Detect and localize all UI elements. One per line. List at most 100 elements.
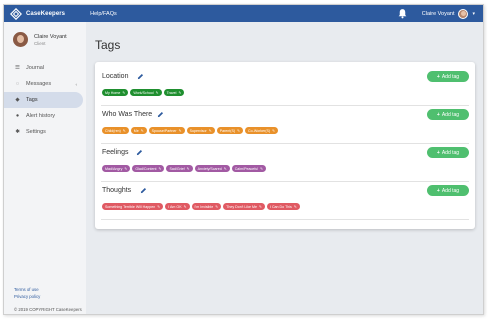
casekeepers-logo-icon <box>10 7 22 20</box>
pencil-icon[interactable]: ✎ <box>156 91 159 95</box>
sidebar-item-label: Tags <box>26 97 38 103</box>
terms-of-use-link[interactable]: Terms of use <box>14 287 40 292</box>
add-tag-button[interactable]: + Add tag <box>427 185 469 196</box>
tag-pill[interactable]: Glad/Content ✎ <box>132 165 165 172</box>
tag-label: Parent(S) <box>219 128 236 133</box>
plus-icon: + <box>436 149 440 156</box>
pencil-icon[interactable]: ✎ <box>141 129 144 133</box>
user-avatar[interactable] <box>458 8 469 19</box>
add-tag-button[interactable]: + Add tag <box>427 147 469 158</box>
bell-icon[interactable] <box>397 8 408 19</box>
pencil-icon[interactable]: ✎ <box>237 129 240 133</box>
sidebar-item-tags[interactable]: ◆ Tags <box>4 92 83 108</box>
help-faqs-link[interactable]: Help/FAQs <box>90 11 117 17</box>
privacy-policy-link[interactable]: Privacy policy <box>14 294 40 299</box>
pencil-icon[interactable]: ✎ <box>124 167 127 171</box>
pencil-icon[interactable]: ✎ <box>123 129 126 133</box>
pencil-icon[interactable] <box>140 187 147 194</box>
tag-label: Work/School <box>133 90 154 95</box>
sidebar-item-alert-history[interactable]: ● Alert history <box>4 108 83 124</box>
pencil-icon[interactable]: ✎ <box>260 167 263 171</box>
sidebar-item-settings[interactable]: ✱ Settings <box>4 124 83 140</box>
plus-icon: + <box>436 187 440 194</box>
pencil-icon[interactable] <box>136 149 143 156</box>
tag-pill[interactable]: Travel ✎ <box>163 89 185 96</box>
profile-role: Client <box>34 40 46 46</box>
pencil-icon[interactable]: ✎ <box>224 167 227 171</box>
tag-label: I Am OK <box>168 204 182 209</box>
pencil-icon[interactable]: ✎ <box>294 205 297 209</box>
tag-label: They Don't Like Me <box>226 204 258 209</box>
brand-logo[interactable]: CaseKeepers <box>10 7 65 20</box>
tag-list: Child(ren) ✎ Me ✎ Spouse/Partner ✎ Supervisor ✎… <box>102 127 280 134</box>
pencil-icon[interactable]: ✎ <box>259 205 262 209</box>
pencil-icon[interactable]: ✎ <box>187 167 190 171</box>
copyright-text: © 2019 COPYRIGHT CaseKeepers <box>14 307 82 312</box>
sidebar-item-label: Journal <box>26 65 45 71</box>
tag-pill[interactable]: Child(ren) ✎ <box>102 127 129 134</box>
sidebar-item-journal[interactable]: ☰ Journal <box>4 60 83 76</box>
plus-icon: + <box>436 111 440 118</box>
profile-name: Claire Voyant <box>34 33 67 40</box>
plus-icon: + <box>436 73 440 80</box>
tag-label: Mad/Angry <box>105 166 123 171</box>
tag-pill[interactable]: Supervisor ✎ <box>186 127 215 134</box>
gear-icon: ✱ <box>15 129 20 135</box>
tag-pill[interactable]: Work/School ✎ <box>130 89 162 96</box>
user-menu-name[interactable]: Claire Voyant <box>422 11 455 17</box>
tag-label: Spouse/Partner <box>151 128 177 133</box>
tag-pill[interactable]: Spouse/Partner ✎ <box>148 127 185 134</box>
tag-pill[interactable]: Calm/Peaceful ✎ <box>231 165 266 172</box>
pencil-icon[interactable]: ✎ <box>157 205 160 209</box>
tag-list: Something Terrible Will Happen ✎ I Am OK ✎ I… <box>102 203 302 210</box>
pencil-icon[interactable]: ✎ <box>159 167 162 171</box>
pencil-icon[interactable]: ✎ <box>209 129 212 133</box>
pencil-icon[interactable]: ✎ <box>184 205 187 209</box>
tag-label: Sad/Grief <box>169 166 185 171</box>
add-tag-button[interactable]: + Add tag <box>427 109 469 120</box>
tag-pill[interactable]: Something Terrible Will Happen ✎ <box>102 203 164 210</box>
tag-label: Co-Worker(S) <box>248 128 271 133</box>
pencil-icon[interactable] <box>157 111 164 118</box>
pencil-icon[interactable] <box>137 73 144 80</box>
section-title: Feelings <box>102 149 129 156</box>
tag-pill[interactable]: Mad/Angry ✎ <box>102 165 131 172</box>
pencil-icon[interactable]: ✎ <box>215 205 218 209</box>
tag-pill[interactable]: Co-Worker(S) ✎ <box>245 127 279 134</box>
pencil-icon[interactable]: ✎ <box>122 91 125 95</box>
tag-pill[interactable]: Anxiety/Scared ✎ <box>194 165 230 172</box>
sidebar-nav: ☰ Journal ◌ Messages ‹ ◆ Tags ● Alert hi… <box>4 60 86 140</box>
tag-label: Calm/Peaceful <box>234 166 259 171</box>
pencil-icon[interactable]: ✎ <box>272 129 275 133</box>
section-title: Thoughts <box>102 187 132 194</box>
page-title: Tags <box>95 38 121 52</box>
tag-section-thoughts: Thoughts + Add tag Something Terrible Wil… <box>95 182 475 220</box>
profile-block: Claire Voyant Client <box>4 22 86 47</box>
chevron-down-icon[interactable]: ▾ <box>472 11 475 17</box>
section-title: Location <box>102 73 129 80</box>
tag-pill[interactable]: Parent(S) ✎ <box>216 127 244 134</box>
pencil-icon[interactable]: ✎ <box>178 91 181 95</box>
top-navbar: CaseKeepers Help/FAQs Claire Voyant ▾ <box>4 5 483 22</box>
tag-icon: ◆ <box>15 97 20 103</box>
pencil-icon[interactable]: ✎ <box>179 129 182 133</box>
tag-pill[interactable]: I Can Do This ✎ <box>266 203 300 210</box>
tag-pill[interactable]: My Home ✎ <box>102 89 129 96</box>
tag-pill[interactable]: Me ✎ <box>130 127 147 134</box>
tag-pill[interactable]: I'm Invisible ✎ <box>191 203 222 210</box>
tag-pill[interactable]: Sad/Grief ✎ <box>166 165 193 172</box>
sidebar-item-messages[interactable]: ◌ Messages ‹ <box>4 76 83 92</box>
tag-section-who-was-there: Who Was There + Add tag Child(ren) ✎ Me ✎ Spo… <box>95 106 475 144</box>
chevron-left-icon[interactable]: ‹ <box>76 82 78 87</box>
tag-pill[interactable]: I Am OK ✎ <box>165 203 190 210</box>
add-tag-button[interactable]: + Add tag <box>427 71 469 82</box>
tag-label: I Can Do This <box>269 204 292 209</box>
tag-label: Travel <box>166 90 177 95</box>
alert-icon: ● <box>15 113 20 119</box>
tag-label: My Home <box>105 90 121 95</box>
sidebar-item-label: Settings <box>26 129 46 135</box>
section-title: Who Was There <box>102 111 153 118</box>
avatar <box>13 32 28 47</box>
tag-label: Something Terrible Will Happen <box>105 204 156 209</box>
tag-pill[interactable]: They Don't Like Me ✎ <box>223 203 265 210</box>
